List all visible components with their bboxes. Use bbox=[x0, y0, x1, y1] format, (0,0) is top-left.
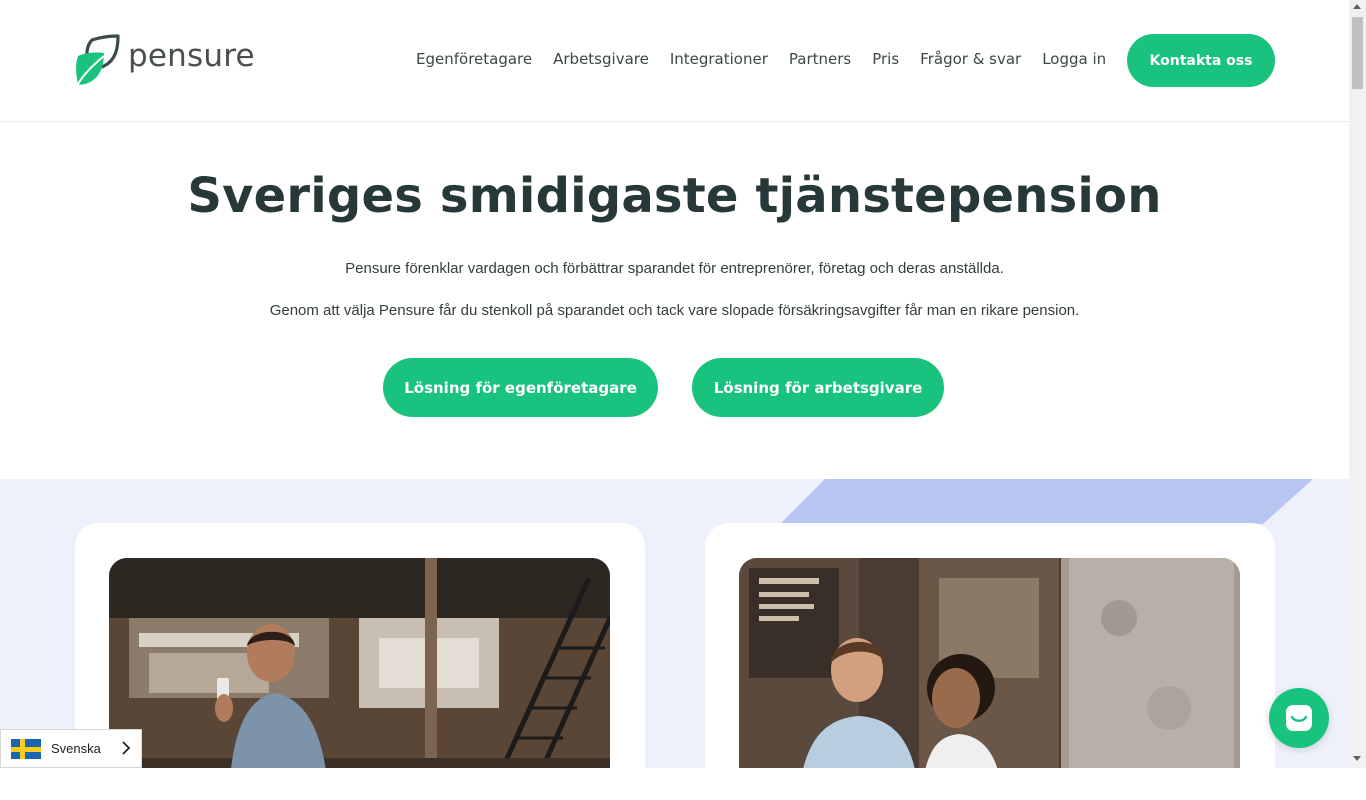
solutions-section bbox=[0, 479, 1349, 768]
employer-card[interactable] bbox=[705, 523, 1275, 768]
logo[interactable]: pensure bbox=[74, 34, 255, 86]
logo-wordmark: pensure bbox=[128, 38, 255, 74]
main-nav: Egenföretagare Arbetsgivare Integratione… bbox=[416, 50, 1127, 68]
nav-item-arbetsgivare[interactable]: Arbetsgivare bbox=[553, 50, 649, 68]
nav-item-login[interactable]: Logga in bbox=[1042, 50, 1106, 68]
scrollbar-thumb[interactable] bbox=[1352, 17, 1363, 89]
nav-item-integrationer[interactable]: Integrationer bbox=[670, 50, 768, 68]
pensure-leaf-icon bbox=[76, 34, 120, 85]
contact-button[interactable]: Kontakta oss bbox=[1127, 34, 1275, 87]
nav-item-egenforetagare[interactable]: Egenföretagare bbox=[416, 50, 532, 68]
nav-item-faq[interactable]: Frågor & svar bbox=[920, 50, 1021, 68]
chevron-right-icon bbox=[122, 741, 131, 755]
vertical-scrollbar[interactable] bbox=[1349, 0, 1366, 768]
scroll-down-arrow-icon[interactable] bbox=[1353, 756, 1361, 761]
entrepreneur-photo bbox=[109, 558, 610, 768]
page-viewport: pensure Egenföretagare Arbetsgivare Inte… bbox=[0, 0, 1349, 768]
language-selector[interactable]: Svenska bbox=[0, 729, 142, 768]
sweden-flag-icon bbox=[11, 738, 41, 759]
hero-paragraph-1: Pensure förenklar vardagen och förbättra… bbox=[345, 260, 1004, 277]
self-employed-card[interactable] bbox=[75, 523, 645, 768]
language-label: Svenska bbox=[51, 741, 101, 756]
hero-title: Sveriges smidigaste tjänstepension bbox=[187, 168, 1162, 224]
employer-solution-button[interactable]: Lösning för arbetsgivare bbox=[692, 358, 944, 417]
site-header: pensure Egenföretagare Arbetsgivare Inte… bbox=[0, 0, 1349, 122]
chat-launcher-button[interactable] bbox=[1269, 688, 1329, 748]
nav-item-pris[interactable]: Pris bbox=[872, 50, 899, 68]
nav-item-partners[interactable]: Partners bbox=[789, 50, 851, 68]
colleagues-photo bbox=[739, 558, 1240, 768]
scroll-up-arrow-icon[interactable] bbox=[1353, 4, 1361, 9]
self-employed-solution-button[interactable]: Lösning för egenföretagare bbox=[383, 358, 658, 417]
chat-bubble-icon bbox=[1286, 705, 1312, 731]
decorative-stripe bbox=[780, 479, 1313, 524]
hero-paragraph-2: Genom att välja Pensure får du stenkoll … bbox=[269, 302, 1080, 319]
window-bottom-strip bbox=[0, 768, 1366, 800]
